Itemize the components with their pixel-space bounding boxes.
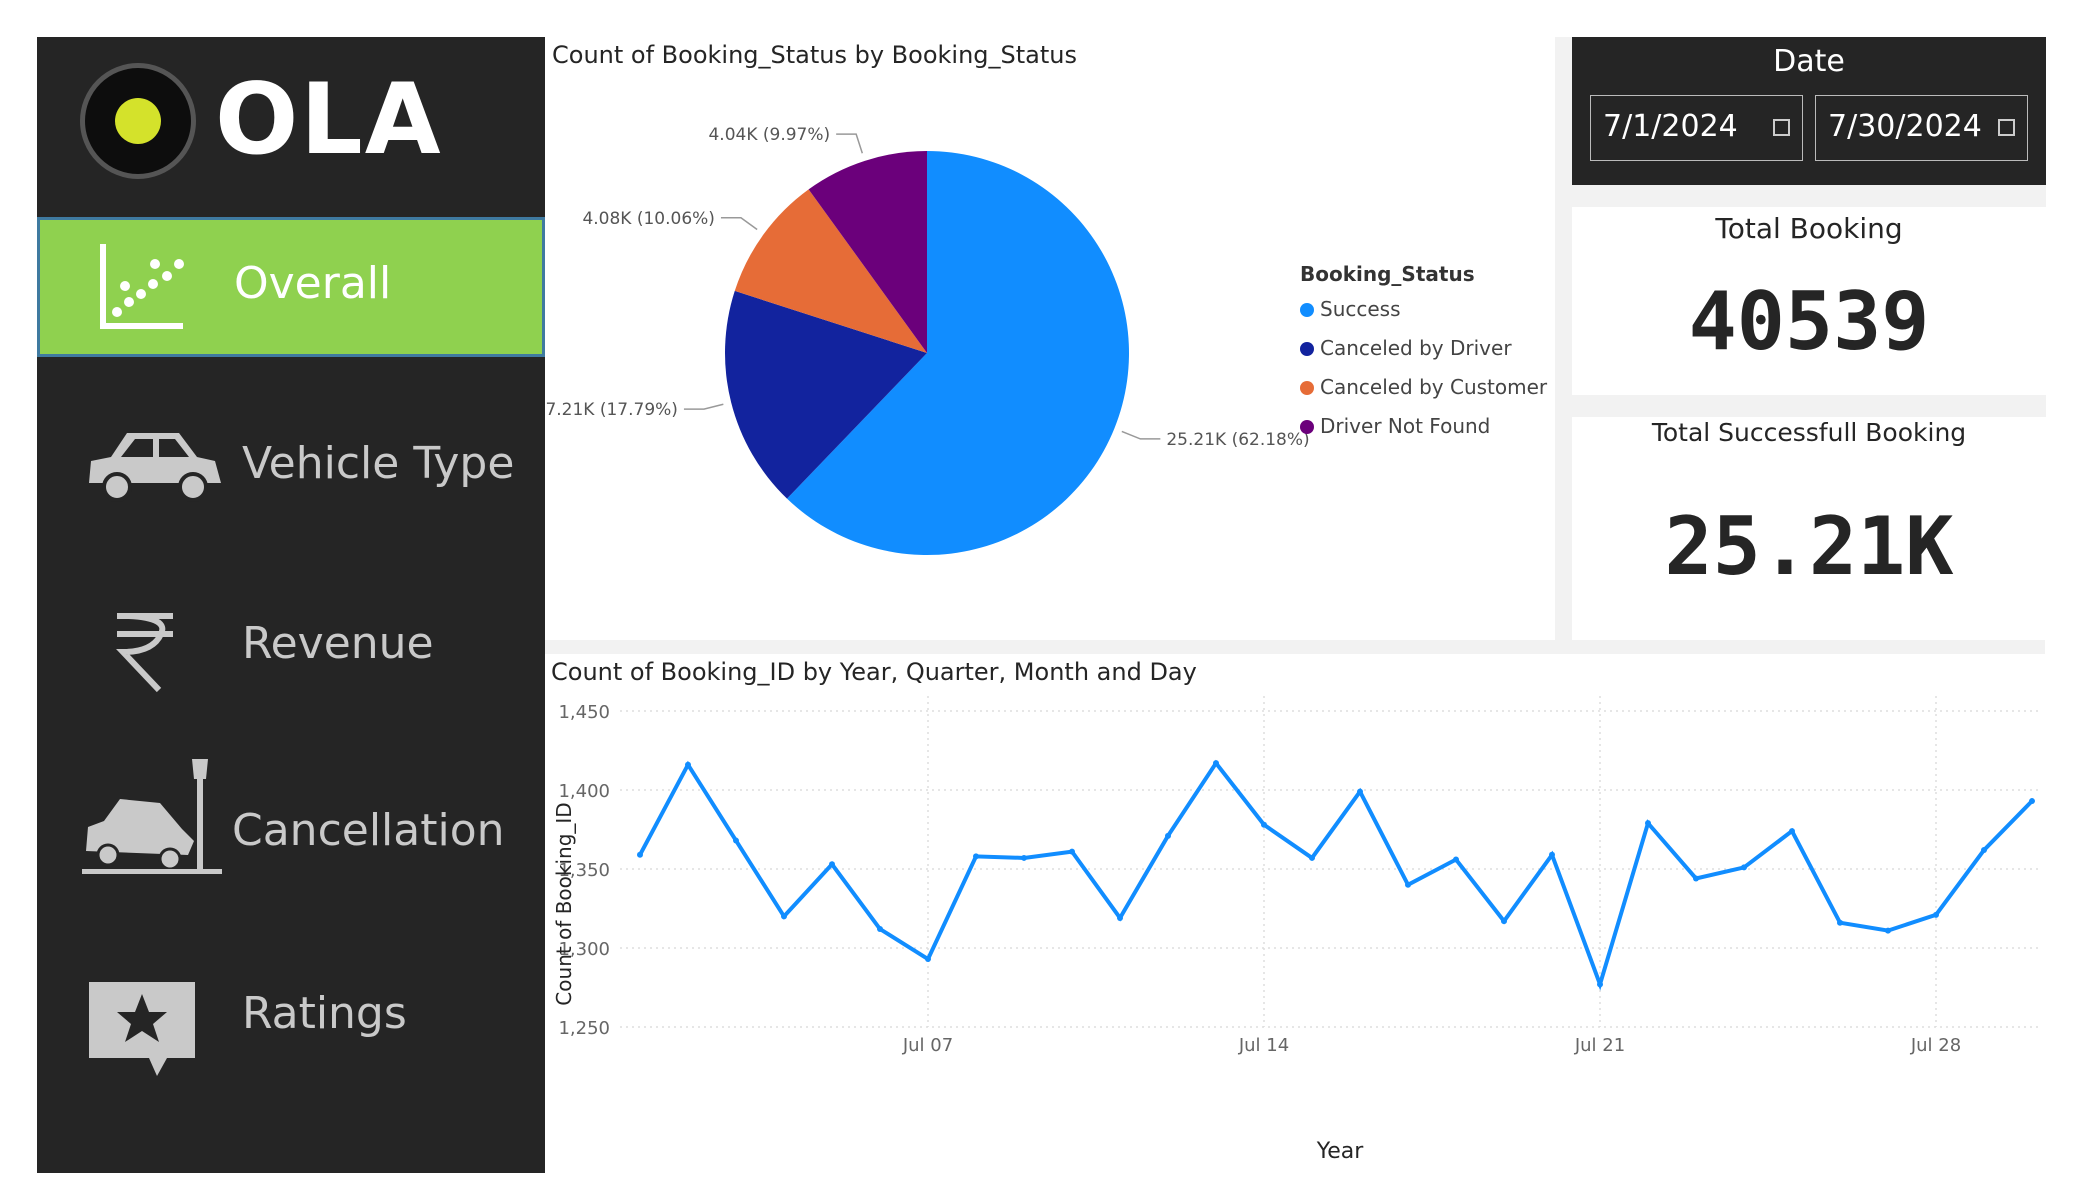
total-booking-value: 40539 — [1688, 275, 1930, 368]
pie-leader-line — [683, 403, 724, 410]
line-point[interactable] — [1117, 914, 1123, 921]
y-tick-label: 1,250 — [558, 1018, 610, 1039]
sidebar-item-revenue[interactable]: Revenue — [37, 580, 545, 720]
car-crash-icon — [82, 759, 222, 874]
pie-leader-line — [720, 217, 758, 231]
line-point[interactable] — [1645, 820, 1651, 827]
line-point[interactable] — [1741, 864, 1747, 871]
legend-title: Booking_Status — [1300, 262, 1475, 286]
panel-gap — [1555, 37, 1572, 640]
pie-leader-line — [836, 133, 864, 154]
pie-data-label: 7.21K (17.79%) — [545, 400, 678, 420]
total-booking-title: Total Booking — [1715, 212, 1903, 245]
line-point[interactable] — [1933, 911, 1939, 918]
legend-item-success[interactable]: Success — [1300, 297, 1547, 336]
line-point[interactable] — [1597, 981, 1603, 988]
x-tick-label: Jul 14 — [1238, 1035, 1289, 1056]
line-point[interactable] — [781, 913, 787, 920]
line-point[interactable] — [1837, 919, 1843, 926]
pie-data-label: 4.08K (10.06%) — [582, 209, 715, 229]
line-point[interactable] — [973, 853, 979, 860]
legend-dot-icon — [1300, 381, 1314, 395]
legend-item-canceled-by-driver[interactable]: Canceled by Driver — [1300, 336, 1547, 375]
calendar-icon[interactable] — [1998, 119, 2015, 136]
x-axis-label: Year — [1316, 1139, 1365, 1164]
line-point[interactable] — [1789, 828, 1795, 835]
sidebar-item-label: Vehicle Type — [242, 438, 515, 489]
line-point[interactable] — [1261, 821, 1267, 828]
line-point[interactable] — [1213, 760, 1219, 767]
line-point[interactable] — [925, 956, 931, 963]
y-tick-label: 1,450 — [558, 702, 610, 723]
start-date-value: 7/1/2024 — [1603, 109, 1738, 144]
sidebar-item-ratings[interactable]: Ratings — [37, 950, 545, 1090]
line-point[interactable] — [1021, 854, 1027, 861]
x-tick-label: Jul 07 — [902, 1035, 953, 1056]
sidebar-item-label: Ratings — [242, 988, 407, 1039]
total-success-title: Total Successfull Booking — [1651, 418, 1967, 447]
legend-label: Success — [1320, 297, 1401, 321]
y-axis-label: Count of Booking_ID — [552, 802, 576, 1005]
car-icon — [89, 433, 221, 502]
line-point[interactable] — [1309, 854, 1315, 861]
line-point[interactable] — [685, 761, 691, 768]
end-date-value: 7/30/2024 — [1828, 109, 1982, 144]
x-tick-label: Jul 28 — [1910, 1035, 1961, 1056]
legend-dot-icon — [1300, 420, 1314, 434]
line-point[interactable] — [1501, 918, 1507, 925]
ola-logo-dot-icon — [115, 98, 161, 144]
sidebar-item-label: Revenue — [242, 618, 434, 669]
legend-dot-icon — [1300, 303, 1314, 317]
start-date-input[interactable]: 7/1/2024 — [1590, 95, 1803, 161]
sidebar-item-label: Overall — [234, 258, 392, 309]
date-filter-title: Date — [1773, 44, 1845, 79]
line-point[interactable] — [1405, 881, 1411, 888]
panel-gap — [1572, 185, 2046, 207]
sidebar-item-label: Cancellation — [232, 805, 505, 856]
sidebar-item-cancellation[interactable]: Cancellation — [37, 755, 545, 895]
line-point[interactable] — [1357, 788, 1363, 795]
line-point[interactable] — [829, 861, 835, 868]
legend-dot-icon — [1300, 342, 1314, 356]
line-point[interactable] — [877, 926, 883, 933]
x-tick-label: Jul 21 — [1574, 1035, 1625, 1056]
line-point[interactable] — [1549, 851, 1555, 858]
line-point[interactable] — [2029, 798, 2035, 805]
rupee-icon — [116, 613, 173, 693]
line-point[interactable] — [1981, 847, 1987, 854]
line-point[interactable] — [1885, 927, 1891, 934]
scatter-chart-icon — [100, 244, 184, 329]
sidebar-item-vehicle-type[interactable]: Vehicle Type — [37, 400, 545, 540]
line-chart: 1,2501,3001,3501,4001,450Jul 07 Jul 14 Jul… — [552, 696, 2042, 1164]
legend-label: Canceled by Driver — [1320, 336, 1512, 360]
pie-chart-title: Count of Booking_Status by Booking_Statu… — [552, 41, 1077, 69]
legend-label: Driver Not Found — [1320, 414, 1491, 438]
line-point[interactable] — [1693, 875, 1699, 882]
legend-label: Canceled by Customer — [1320, 375, 1548, 399]
total-success-value: 25.21K — [1664, 500, 1954, 593]
legend-item-canceled-by-customer[interactable]: Canceled by Customer — [1300, 375, 1547, 414]
pie-legend: Success Canceled by Driver Canceled by C… — [1300, 297, 1547, 453]
pie-leader-line — [1121, 430, 1161, 440]
panel-gap — [545, 640, 2045, 654]
line-point[interactable] — [1069, 848, 1075, 855]
line-point[interactable] — [637, 851, 643, 858]
sidebar-item-overall[interactable]: Overall — [37, 217, 545, 357]
end-date-input[interactable]: 7/30/2024 — [1815, 95, 2028, 161]
panel-gap — [1572, 395, 2046, 417]
brand-logo-text: OLA — [215, 63, 443, 177]
line-point[interactable] — [733, 837, 739, 844]
legend-item-driver-not-found[interactable]: Driver Not Found — [1300, 414, 1547, 453]
star-comment-icon — [89, 982, 195, 1076]
line-point[interactable] — [1165, 832, 1171, 839]
pie-data-label: 4.04K (9.97%) — [708, 125, 830, 145]
line-series — [638, 759, 2034, 991]
line-point[interactable] — [1453, 856, 1459, 863]
calendar-icon[interactable] — [1773, 119, 1790, 136]
y-tick-label: 1,400 — [558, 781, 610, 802]
pie-data-label: 25.21K (62.18%) — [1166, 430, 1309, 450]
